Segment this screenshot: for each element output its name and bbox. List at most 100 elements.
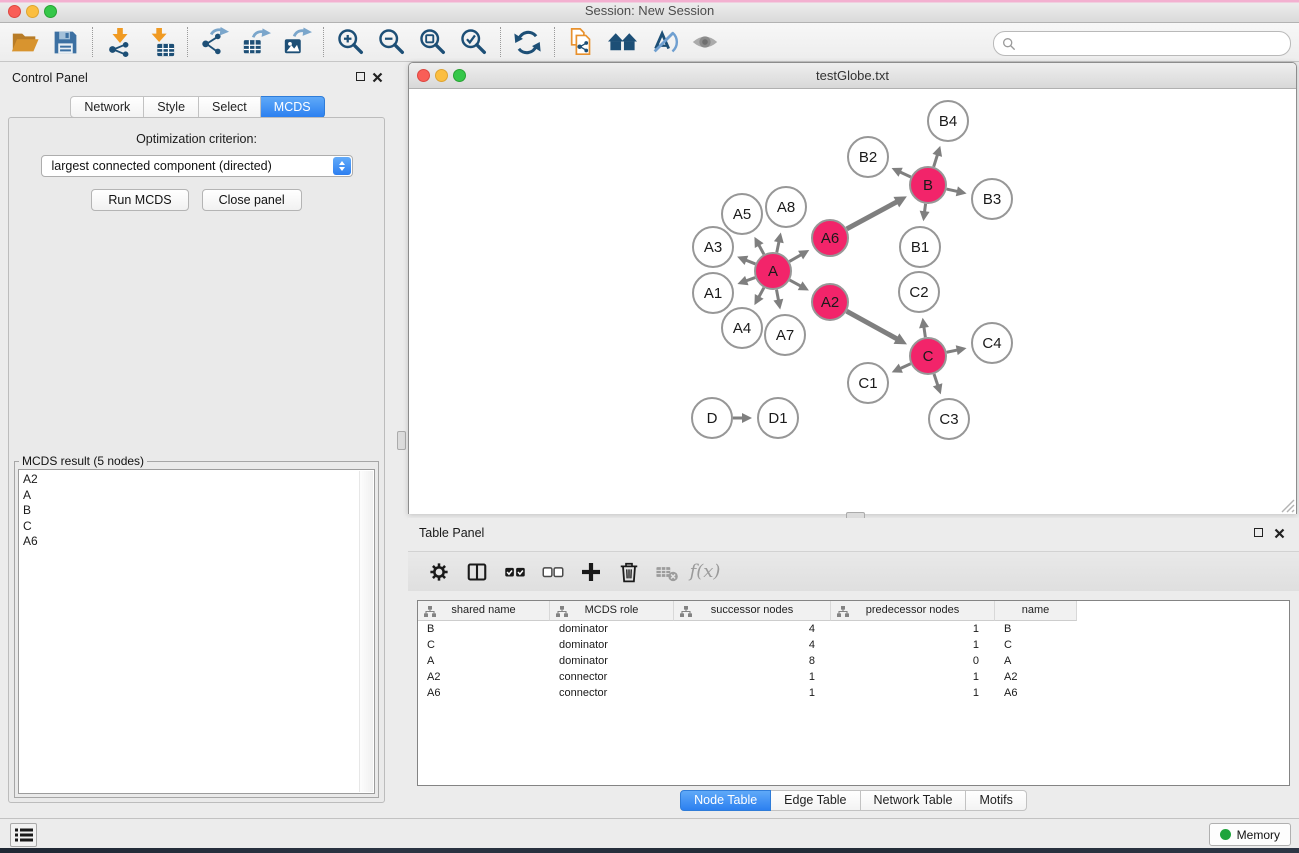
table-row[interactable]: Adominator80A bbox=[418, 653, 1289, 669]
table-cell[interactable]: 1 bbox=[831, 669, 995, 685]
main-titlebar[interactable]: Session: New Session bbox=[0, 0, 1299, 23]
table-cell[interactable]: A6 bbox=[995, 685, 1077, 701]
column-header-successor-nodes[interactable]: successor nodes bbox=[674, 601, 831, 621]
tab-motifs[interactable]: Motifs bbox=[966, 790, 1026, 811]
graph-edge-A-A6[interactable] bbox=[789, 250, 809, 261]
graph-edge-B-B1[interactable] bbox=[920, 204, 930, 221]
close-table-panel-button[interactable] bbox=[1274, 527, 1285, 538]
open-session-button[interactable] bbox=[4, 25, 45, 59]
network-graph[interactable]: AA6A2BCA1A3A4A5A7A8B1B2B3B4C1C2C3C4DD1 bbox=[409, 89, 1296, 514]
table-settings-button[interactable] bbox=[420, 556, 458, 588]
table-cell[interactable]: A6 bbox=[418, 685, 550, 701]
network-window-titlebar[interactable]: testGlobe.txt bbox=[409, 63, 1296, 89]
table-cell[interactable]: dominator bbox=[550, 637, 674, 653]
graph-node-D[interactable]: D bbox=[692, 398, 732, 438]
create-column-button[interactable] bbox=[572, 556, 610, 588]
graph-node-A1[interactable]: A1 bbox=[693, 273, 733, 313]
graph-node-B2[interactable]: B2 bbox=[848, 137, 888, 177]
import-network-button[interactable] bbox=[99, 25, 140, 59]
table-cell[interactable]: connector bbox=[550, 669, 674, 685]
export-table-button[interactable] bbox=[235, 25, 276, 59]
graph-node-B[interactable]: B bbox=[910, 167, 946, 203]
table-cell[interactable]: A2 bbox=[418, 669, 550, 685]
graph-node-A[interactable]: A bbox=[755, 253, 791, 289]
column-header-predecessor-nodes[interactable]: predecessor nodes bbox=[831, 601, 995, 621]
zoom-selected-button[interactable] bbox=[453, 25, 494, 59]
tab-mcds[interactable]: MCDS bbox=[261, 96, 325, 118]
graph-node-C2[interactable]: C2 bbox=[899, 272, 939, 312]
column-header-name[interactable]: name bbox=[995, 601, 1077, 621]
mcds-result-item[interactable]: A6 bbox=[23, 534, 358, 550]
graph-edge-A2-C[interactable] bbox=[847, 311, 907, 344]
graph-edge-A-A5[interactable] bbox=[754, 237, 764, 254]
select-all-columns-button[interactable] bbox=[496, 556, 534, 588]
delete-column-button[interactable] bbox=[610, 556, 648, 588]
tab-network-table[interactable]: Network Table bbox=[861, 790, 967, 811]
table-cell[interactable]: A bbox=[995, 653, 1077, 669]
table-row[interactable]: A2connector11A2 bbox=[418, 669, 1289, 685]
table-row[interactable]: Cdominator41C bbox=[418, 637, 1289, 653]
tab-edge-table[interactable]: Edge Table bbox=[771, 790, 860, 811]
table-row[interactable]: Bdominator41B bbox=[418, 621, 1289, 637]
graph-edge-A-A3[interactable] bbox=[737, 256, 755, 265]
resize-grip[interactable] bbox=[1281, 499, 1295, 513]
graph-edge-A-A7[interactable] bbox=[773, 290, 783, 310]
search-input[interactable] bbox=[1020, 34, 1290, 54]
table-cell[interactable]: C bbox=[418, 637, 550, 653]
graph-edge-B-B2[interactable] bbox=[892, 168, 911, 177]
graph-node-A3[interactable]: A3 bbox=[693, 227, 733, 267]
graph-edge-A-A4[interactable] bbox=[754, 288, 764, 305]
zoom-out-button[interactable] bbox=[371, 25, 412, 59]
graph-node-C4[interactable]: C4 bbox=[972, 323, 1012, 363]
zoom-fit-button[interactable] bbox=[412, 25, 453, 59]
table-cell[interactable]: 1 bbox=[831, 621, 995, 637]
graph-edge-A6-B[interactable] bbox=[847, 196, 907, 229]
graph-edge-C-C4[interactable] bbox=[947, 345, 967, 355]
cyndex-export-button[interactable] bbox=[561, 25, 602, 59]
table-cell[interactable]: 4 bbox=[674, 621, 831, 637]
graph-edge-B-B4[interactable] bbox=[932, 146, 942, 167]
graph-node-D1[interactable]: D1 bbox=[758, 398, 798, 438]
table-cell[interactable]: dominator bbox=[550, 621, 674, 637]
split-view-button[interactable] bbox=[458, 556, 496, 588]
table-cell[interactable]: connector bbox=[550, 685, 674, 701]
table-cell[interactable]: A bbox=[418, 653, 550, 669]
table-cell[interactable]: 1 bbox=[831, 637, 995, 653]
graph-node-B1[interactable]: B1 bbox=[900, 227, 940, 267]
close-panel-button[interactable] bbox=[372, 71, 383, 82]
table-cell[interactable]: A2 bbox=[995, 669, 1077, 685]
column-header-shared-name[interactable]: shared name bbox=[418, 601, 550, 621]
graph-node-A8[interactable]: A8 bbox=[766, 187, 806, 227]
mcds-result-list[interactable]: A2ABCA6 bbox=[18, 469, 375, 794]
mcds-result-item[interactable]: A bbox=[23, 488, 358, 504]
tab-style[interactable]: Style bbox=[144, 96, 199, 118]
graph-node-C1[interactable]: C1 bbox=[848, 363, 888, 403]
table-cell[interactable]: B bbox=[995, 621, 1077, 637]
show-hide-view-button[interactable] bbox=[684, 25, 725, 59]
graph-edge-D-D1[interactable] bbox=[733, 413, 752, 423]
graph-edge-A-A8[interactable] bbox=[774, 232, 784, 252]
graph-node-B3[interactable]: B3 bbox=[972, 179, 1012, 219]
graph-node-A7[interactable]: A7 bbox=[765, 315, 805, 355]
graph-node-A2[interactable]: A2 bbox=[812, 284, 848, 320]
table-cell[interactable]: 1 bbox=[674, 685, 831, 701]
graph-node-A6[interactable]: A6 bbox=[812, 220, 848, 256]
table-cell[interactable]: 0 bbox=[831, 653, 995, 669]
run-mcds-button[interactable]: Run MCDS bbox=[91, 189, 188, 211]
table-cell[interactable]: 8 bbox=[674, 653, 831, 669]
table-cell[interactable]: 4 bbox=[674, 637, 831, 653]
mcds-result-item[interactable]: A2 bbox=[23, 472, 358, 488]
mcds-result-item[interactable]: B bbox=[23, 503, 358, 519]
graph-node-A5[interactable]: A5 bbox=[722, 194, 762, 234]
open-ndex-home-button[interactable] bbox=[602, 25, 643, 59]
close-panel-action-button[interactable]: Close panel bbox=[202, 189, 302, 211]
column-header-MCDS-role[interactable]: MCDS role bbox=[550, 601, 674, 621]
graph-edge-C-C1[interactable] bbox=[892, 364, 911, 373]
memory-button[interactable]: Memory bbox=[1209, 823, 1291, 846]
graph-edge-A-A2[interactable] bbox=[790, 280, 809, 290]
show-panel-list-button[interactable] bbox=[10, 823, 37, 847]
float-table-panel-button[interactable] bbox=[1254, 528, 1263, 537]
network-canvas[interactable]: AA6A2BCA1A3A4A5A7A8B1B2B3B4C1C2C3C4DD1 bbox=[409, 89, 1296, 514]
graph-edge-C-C2[interactable] bbox=[919, 318, 929, 337]
function-builder-button[interactable]: f(x) bbox=[686, 556, 724, 588]
